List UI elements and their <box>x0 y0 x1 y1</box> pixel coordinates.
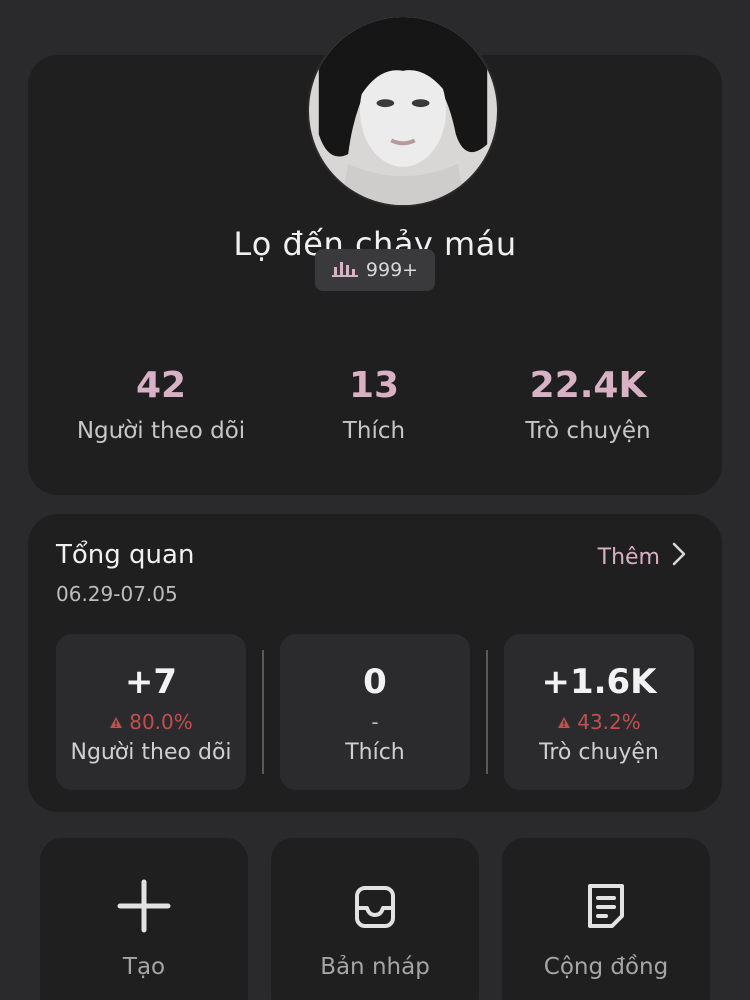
drafts-label: Bản nháp <box>320 954 430 980</box>
profile-card: Lọ đến chảy máu 999+ 42 Người theo dõi 1… <box>28 15 722 495</box>
warning-triangle-icon <box>557 710 571 734</box>
bar-chart-icon <box>331 259 358 282</box>
metric-label: Thích <box>345 740 405 765</box>
metric-change-value: - <box>371 710 379 734</box>
community-label: Cộng đồng <box>543 954 669 980</box>
stat-chats[interactable]: 22.4K Trò chuyện <box>454 365 722 444</box>
avatar[interactable] <box>307 15 499 207</box>
drafts-button[interactable]: Bản nháp <box>271 838 479 1000</box>
metric-followers[interactable]: +7 80.0% Người theo dõi <box>56 634 246 790</box>
overview-title: Tổng quan <box>56 540 195 570</box>
plus-icon <box>40 878 248 934</box>
metric-value: +1.6K <box>541 662 657 702</box>
overview-card: Tổng quan 06.29-07.05 Thêm +7 80.0% Ngườ… <box>28 514 722 812</box>
warning-triangle-icon <box>109 710 123 734</box>
stat-value: 42 <box>135 365 187 406</box>
more-link[interactable]: Thêm <box>598 542 686 572</box>
metric-label: Trò chuyện <box>539 740 659 765</box>
stat-label: Trò chuyện <box>525 418 651 444</box>
stat-label: Người theo dõi <box>76 418 246 444</box>
community-button[interactable]: Cộng đồng <box>502 838 710 1000</box>
stat-label: Thích <box>342 418 406 444</box>
stat-value: 22.4K <box>529 365 647 406</box>
avatar-image <box>309 17 497 205</box>
more-link-label: Thêm <box>597 544 660 570</box>
metric-likes[interactable]: 0 - Thích <box>280 634 470 790</box>
metric-change-value: 80.0% <box>129 710 193 734</box>
metric-change-value: 43.2% <box>577 710 641 734</box>
drafts-tray-icon <box>271 878 479 934</box>
chevron-right-icon <box>672 542 686 572</box>
rank-badge[interactable]: 999+ <box>315 249 435 291</box>
stat-likes[interactable]: 13 Thích <box>294 365 454 444</box>
rank-badge-value: 999+ <box>365 259 419 281</box>
metric-value: 0 <box>363 662 387 702</box>
metric-value: +7 <box>124 662 178 702</box>
metric-change: - <box>280 710 470 734</box>
overview-date-range: 06.29-07.05 <box>56 582 178 606</box>
divider <box>486 650 488 774</box>
metric-chats[interactable]: +1.6K 43.2% Trò chuyện <box>504 634 694 790</box>
profile-page: Lọ đến chảy máu 999+ 42 Người theo dõi 1… <box>0 0 750 1000</box>
community-doc-icon <box>502 878 710 934</box>
stat-value: 13 <box>348 365 400 406</box>
divider <box>262 650 264 774</box>
create-button[interactable]: Tạo <box>40 838 248 1000</box>
metric-label: Người theo dõi <box>70 740 232 765</box>
stat-followers[interactable]: 42 Người theo dõi <box>28 365 294 444</box>
metric-change: 43.2% <box>504 710 694 734</box>
profile-stats: 42 Người theo dõi 13 Thích 22.4K Trò chu… <box>28 365 722 444</box>
metric-change: 80.0% <box>56 710 246 734</box>
create-label: Tạo <box>122 954 166 980</box>
